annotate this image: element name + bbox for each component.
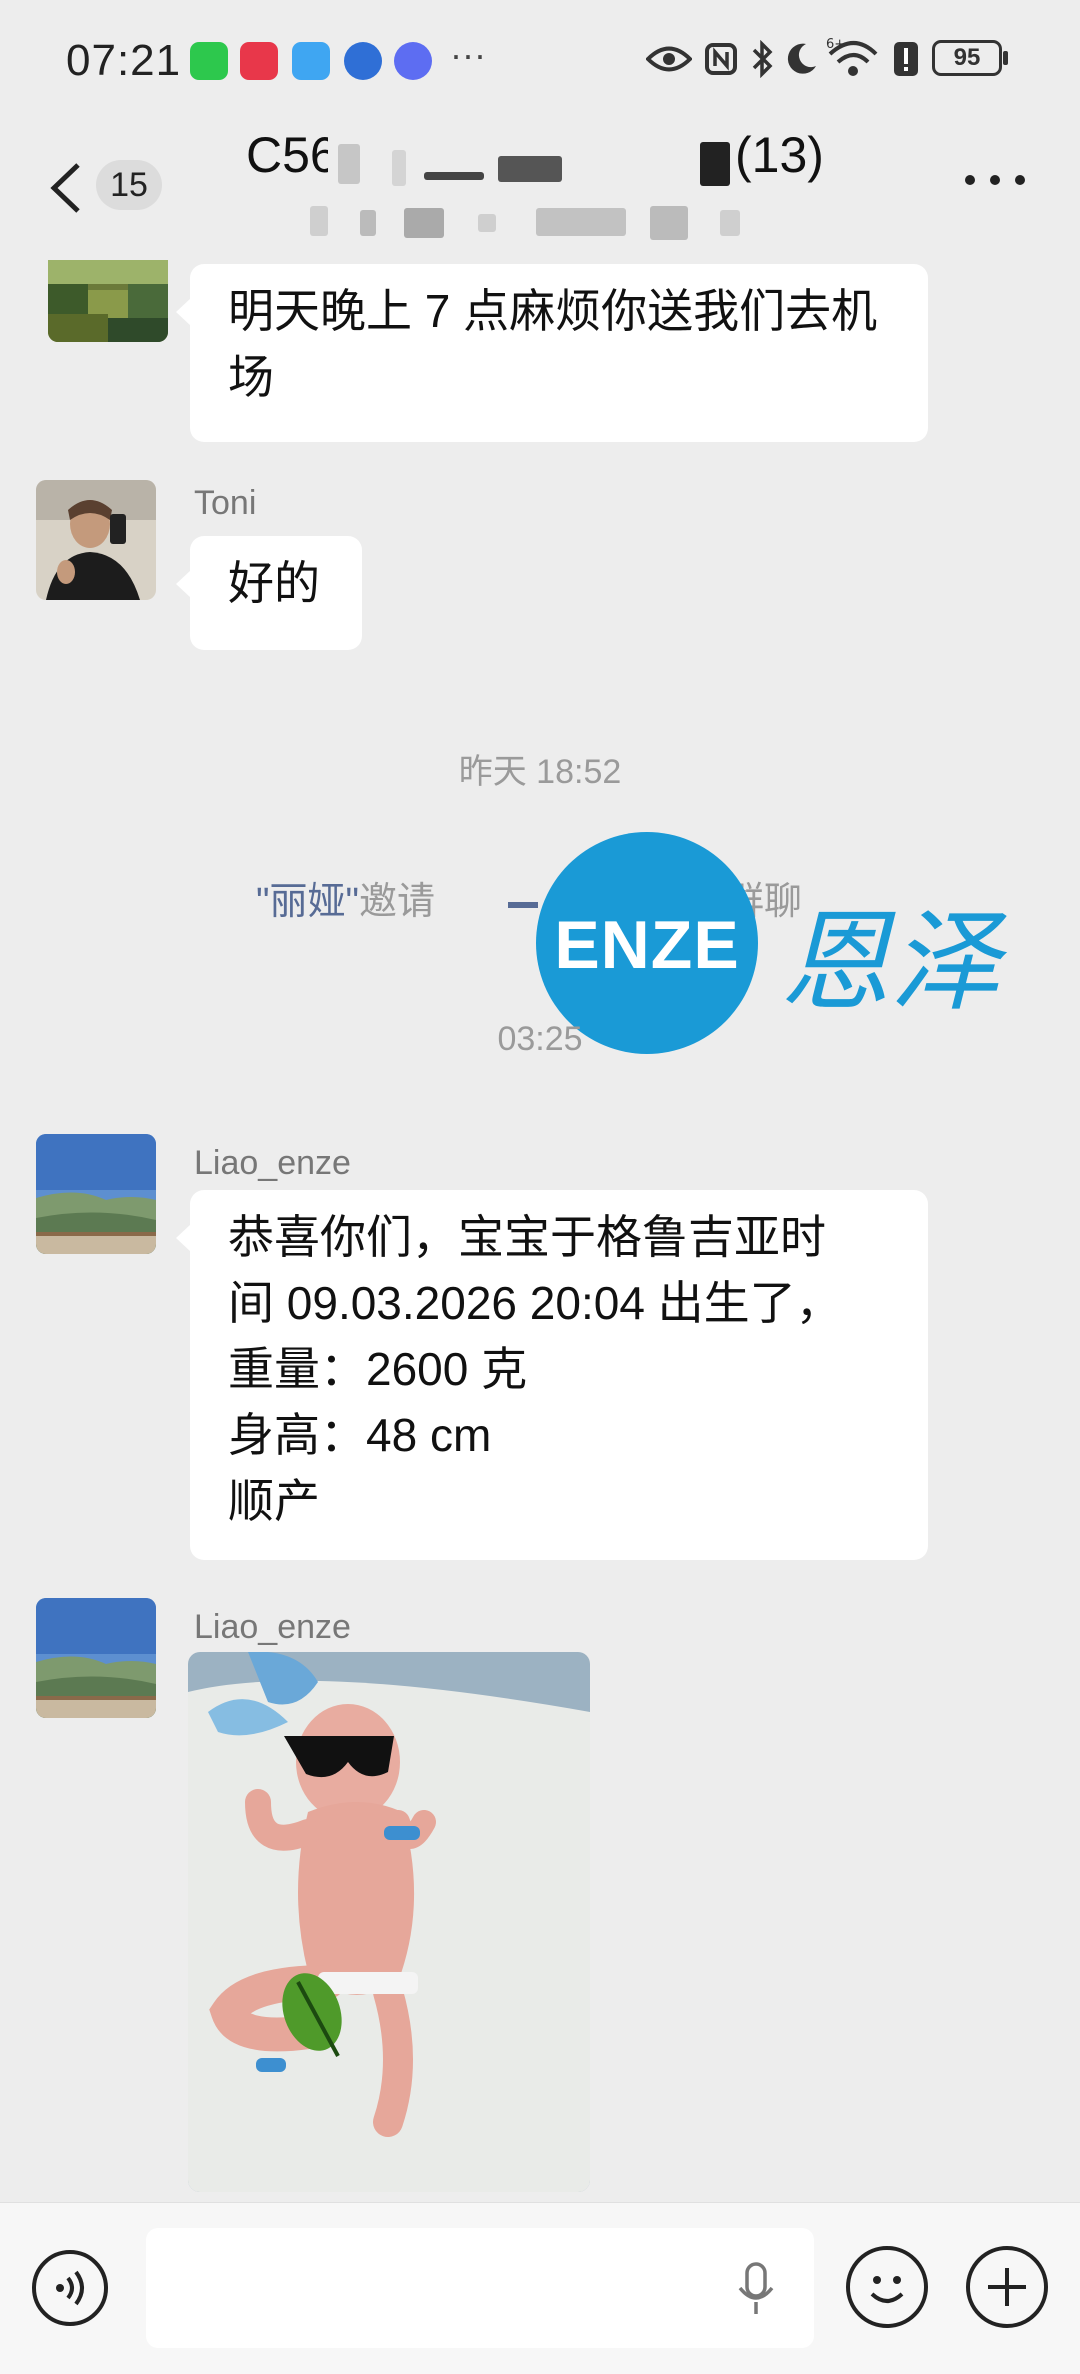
avatar-liao-enze[interactable] [36,1598,156,1718]
avatar-toni[interactable] [36,480,156,600]
more-button[interactable] [960,160,1030,200]
watermark-logo-text: ENZE [554,907,740,983]
app-icon-red [240,42,278,80]
sender-name: Liao_enze [194,1608,351,1646]
image-message[interactable] [188,1652,590,2192]
avatar-image [36,1134,156,1254]
music-icon [394,42,432,80]
browser-icon [344,42,382,80]
chat-title: C56 [246,127,338,183]
eye-icon [646,46,692,72]
message-text: 好的 [228,557,320,609]
weather-icon [292,42,330,80]
baby-photo [188,1652,590,2192]
subtitle-redaction [300,202,780,244]
redaction-mark [508,902,538,908]
system-invite-notice: "丽娅"邀请 [256,870,435,925]
timestamp: 昨天 18:52 [458,753,622,791]
message-line: 顺产 [228,1475,320,1527]
emoji-button[interactable] [846,2246,928,2328]
message-text: 明天晚上 7 点麻烦你送我们去机场 [228,285,878,403]
voice-mode-button[interactable] [32,2250,108,2326]
message-line: 恭喜你们，宝宝于格鲁吉亚时 [228,1211,826,1263]
battery-cap [1003,51,1008,65]
sender-name: Toni [194,484,257,522]
avatar-image [36,1598,156,1718]
nfc-icon [705,43,737,75]
sender-name: Liao_enze [194,1144,351,1182]
avatar[interactable] [48,260,168,342]
avatar-image [48,260,168,342]
alert-icon [894,42,918,76]
bluetooth-icon [752,40,773,78]
message-bubble[interactable]: 恭喜你们，宝宝于格鲁吉亚时 间 09.03.2026 20:04 出生了， 重量… [176,1190,928,1560]
wifi-icon: 6+ [826,37,878,76]
invite-verb: 邀请 [358,881,435,923]
avatar-liao-enze[interactable] [36,1134,156,1254]
status-bar: 07:21 ··· 6+ 95 [0,0,1080,120]
watermark-chinese: 恩泽 [780,898,1000,1026]
more-icon [965,175,1025,185]
message-line: 身高：48 cm [228,1409,492,1461]
microphone-icon[interactable] [736,2262,776,2316]
moon-icon [787,43,816,74]
smiley-icon [870,2276,904,2303]
plus-icon [988,2268,1026,2306]
battery-indicator: 95 [932,40,1002,76]
message-bubble[interactable]: 明天晚上 7 点麻烦你送我们去机场 [176,264,928,442]
title-redaction [328,128,730,190]
chevron-left-icon [50,163,80,213]
unread-count-badge: 15 [96,160,162,210]
add-button[interactable] [966,2246,1048,2328]
more-notifications: ··· [450,34,486,75]
message-line: 间 09.03.2026 20:04 出生了， [228,1277,842,1329]
wechat-icon [190,42,228,80]
voice-icon [56,2270,84,2306]
invite-name-link[interactable]: "丽娅" [256,881,359,923]
status-time: 07:21 [66,36,182,85]
chat-title-count: (13) [735,127,824,183]
timestamp: 03:25 [497,1020,583,1058]
message-input[interactable] [146,2228,814,2348]
svg-text:6+: 6+ [826,37,845,52]
message-bubble[interactable]: 好的 [176,536,362,650]
avatar-image [36,480,156,600]
message-line: 重量：2600 克 [228,1343,528,1395]
